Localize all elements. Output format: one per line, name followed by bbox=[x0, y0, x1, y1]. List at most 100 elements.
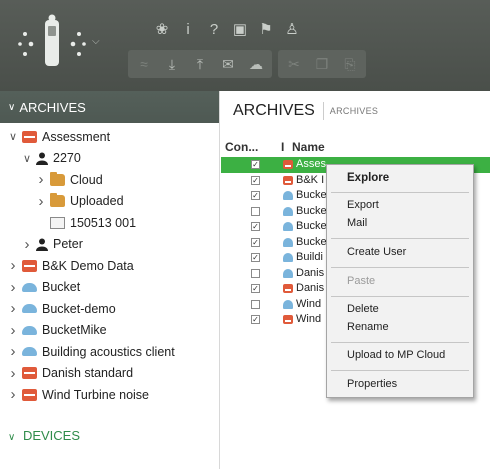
archives-section-header[interactable]: ∨ ARCHIVES bbox=[0, 91, 219, 123]
connect-checkbox[interactable] bbox=[251, 206, 260, 216]
paste-button[interactable]: ⎘ bbox=[337, 52, 363, 76]
connect-checkbox[interactable]: ✓ bbox=[251, 222, 260, 231]
column-header-con[interactable]: Con... bbox=[225, 140, 258, 154]
menu-item-rename[interactable]: Rename bbox=[347, 321, 389, 333]
top-toolbar: ⌵ ❀ i? ▣ ⚑ ♙ ≈ ⤓ ⤒ ✉ ☁ ✂ ❐ ⎘ bbox=[0, 0, 490, 91]
row-name: Danis bbox=[296, 282, 325, 294]
menu-item-upload-to-mp-cloud[interactable]: Upload to MP Cloud bbox=[347, 349, 445, 361]
breadcrumb[interactable]: ARCHIVES bbox=[324, 106, 378, 116]
cloud-icon bbox=[283, 299, 293, 309]
chevron-down-icon[interactable]: ∨ bbox=[8, 130, 18, 143]
tree-item-label: Peter bbox=[53, 237, 83, 252]
chevron-right-icon[interactable]: › bbox=[36, 193, 46, 210]
chevron-down-icon[interactable]: ⌵ bbox=[92, 36, 100, 47]
chevron-right-icon[interactable]: › bbox=[36, 171, 46, 188]
chevron-down-icon[interactable]: ∨ bbox=[22, 152, 32, 165]
archive-icon bbox=[283, 175, 293, 185]
chevron-right-icon[interactable]: › bbox=[8, 365, 18, 382]
archives-header-label: ARCHIVES bbox=[19, 99, 86, 115]
row-name: B&K I bbox=[296, 173, 325, 186]
column-header-i[interactable]: I bbox=[281, 140, 284, 154]
tree-item-label: Uploaded bbox=[70, 194, 124, 209]
chevron-right-icon[interactable]: › bbox=[8, 322, 18, 339]
upload-button[interactable]: ⤒ bbox=[187, 52, 213, 76]
toolbar-group-1: ≈ ⤓ ⤒ ✉ ☁ bbox=[128, 50, 272, 78]
mail-icon: ✉ bbox=[222, 55, 234, 72]
connect-checkbox[interactable]: ✓ bbox=[251, 315, 260, 324]
cloud-button[interactable]: ☁ bbox=[243, 52, 269, 76]
report-button[interactable]: ▣ bbox=[228, 18, 252, 40]
measure-button[interactable]: ≈ bbox=[131, 52, 157, 76]
cloud-icon bbox=[283, 268, 293, 278]
archive-icon bbox=[22, 259, 37, 272]
connect-checkbox[interactable] bbox=[251, 299, 260, 309]
folder-icon bbox=[50, 193, 65, 208]
tree-item[interactable]: › Cloud bbox=[0, 169, 219, 191]
cloud-icon bbox=[283, 253, 293, 262]
connect-checkbox[interactable]: ✓ bbox=[251, 284, 260, 293]
row-name: Buildi bbox=[296, 251, 323, 263]
download-button[interactable]: ⤓ bbox=[159, 52, 185, 76]
connect-checkbox[interactable]: ✓ bbox=[251, 160, 260, 169]
pin-icon: ⚑ bbox=[259, 21, 273, 38]
menu-item-export[interactable]: Export bbox=[347, 199, 379, 211]
menu-item-properties[interactable]: Properties bbox=[347, 378, 397, 390]
chevron-right-icon[interactable]: › bbox=[22, 236, 32, 253]
tree-item[interactable]: ∨ Assessment bbox=[0, 126, 219, 148]
connect-checkbox[interactable]: ✓ bbox=[251, 191, 260, 200]
tree-item[interactable]: › Danish standard bbox=[0, 363, 219, 385]
devices-header-label: DEVICES bbox=[22, 428, 81, 443]
meter-logo-icon[interactable] bbox=[12, 14, 92, 78]
toolbar-row-2: ≈ ⤓ ⤒ ✉ ☁ ✂ ❐ ⎘ bbox=[128, 50, 366, 78]
connect-checkbox[interactable]: ✓ bbox=[251, 175, 260, 185]
chevron-right-icon[interactable]: › bbox=[8, 257, 18, 274]
menu-item-create-user[interactable]: Create User bbox=[347, 246, 406, 258]
help-icon: ? bbox=[209, 20, 219, 38]
download-icon: ⤓ bbox=[168, 55, 176, 72]
tree-item[interactable]: › Uploaded bbox=[0, 191, 219, 213]
archive-icon bbox=[22, 130, 37, 143]
menu-item-mail[interactable]: Mail bbox=[347, 217, 367, 229]
tree-item[interactable]: › Bucket bbox=[0, 277, 219, 299]
tree-item[interactable]: › Peter bbox=[0, 234, 219, 256]
tree-item[interactable]: ∨ 2270 bbox=[0, 148, 219, 170]
tree-item-label: Cloud bbox=[70, 172, 103, 187]
connect-checkbox[interactable]: ✓ bbox=[251, 237, 260, 247]
cloud-icon bbox=[283, 222, 293, 231]
menu-item-explore[interactable]: Explore bbox=[347, 172, 389, 184]
copy-button[interactable]: ❐ bbox=[309, 52, 335, 76]
chat-button[interactable]: ❀ bbox=[150, 18, 174, 40]
tree-item[interactable]: › Wind Turbine noise bbox=[0, 384, 219, 406]
paste-icon: ⎘ bbox=[344, 55, 356, 72]
connect-checkbox[interactable] bbox=[251, 268, 260, 278]
chevron-right-icon[interactable]: › bbox=[8, 279, 18, 296]
tree-item[interactable]: › BucketMike bbox=[0, 320, 219, 342]
table-header: Con... I Name bbox=[221, 139, 490, 156]
tree-item[interactable]: › Bucket-demo bbox=[0, 298, 219, 320]
person-icon bbox=[36, 152, 48, 165]
tree-item[interactable]: › B&K Demo Data bbox=[0, 255, 219, 277]
connect-checkbox[interactable]: ✓ bbox=[251, 253, 260, 262]
help-button[interactable]: ? bbox=[202, 18, 226, 40]
pin-button[interactable]: ⚑ bbox=[254, 18, 278, 40]
info-button[interactable]: i bbox=[176, 18, 200, 40]
cut-button[interactable]: ✂ bbox=[281, 52, 307, 76]
tree-item-label: Danish standard bbox=[42, 366, 134, 381]
tree-item-label: B&K Demo Data bbox=[42, 258, 134, 273]
chevron-right-icon[interactable]: › bbox=[8, 343, 18, 360]
cloud-icon bbox=[22, 325, 37, 335]
cloud-icon bbox=[283, 237, 293, 247]
menu-item-delete[interactable]: Delete bbox=[347, 303, 379, 315]
chevron-right-icon[interactable]: › bbox=[8, 386, 18, 403]
chevron-right-icon[interactable]: › bbox=[8, 300, 18, 317]
mail-button[interactable]: ✉ bbox=[215, 52, 241, 76]
devices-section-header[interactable]: ∨ DEVICES bbox=[8, 428, 80, 443]
tree-item[interactable]: › Building acoustics client bbox=[0, 341, 219, 363]
row-name: Bucke bbox=[296, 189, 327, 201]
archive-icon bbox=[283, 315, 293, 324]
users-button[interactable]: ♙ bbox=[280, 18, 304, 40]
file-icon bbox=[50, 216, 65, 229]
cloud-icon bbox=[22, 347, 37, 357]
tree-item[interactable]: 150513 001 bbox=[0, 212, 219, 234]
column-header-name[interactable]: Name bbox=[292, 140, 325, 154]
